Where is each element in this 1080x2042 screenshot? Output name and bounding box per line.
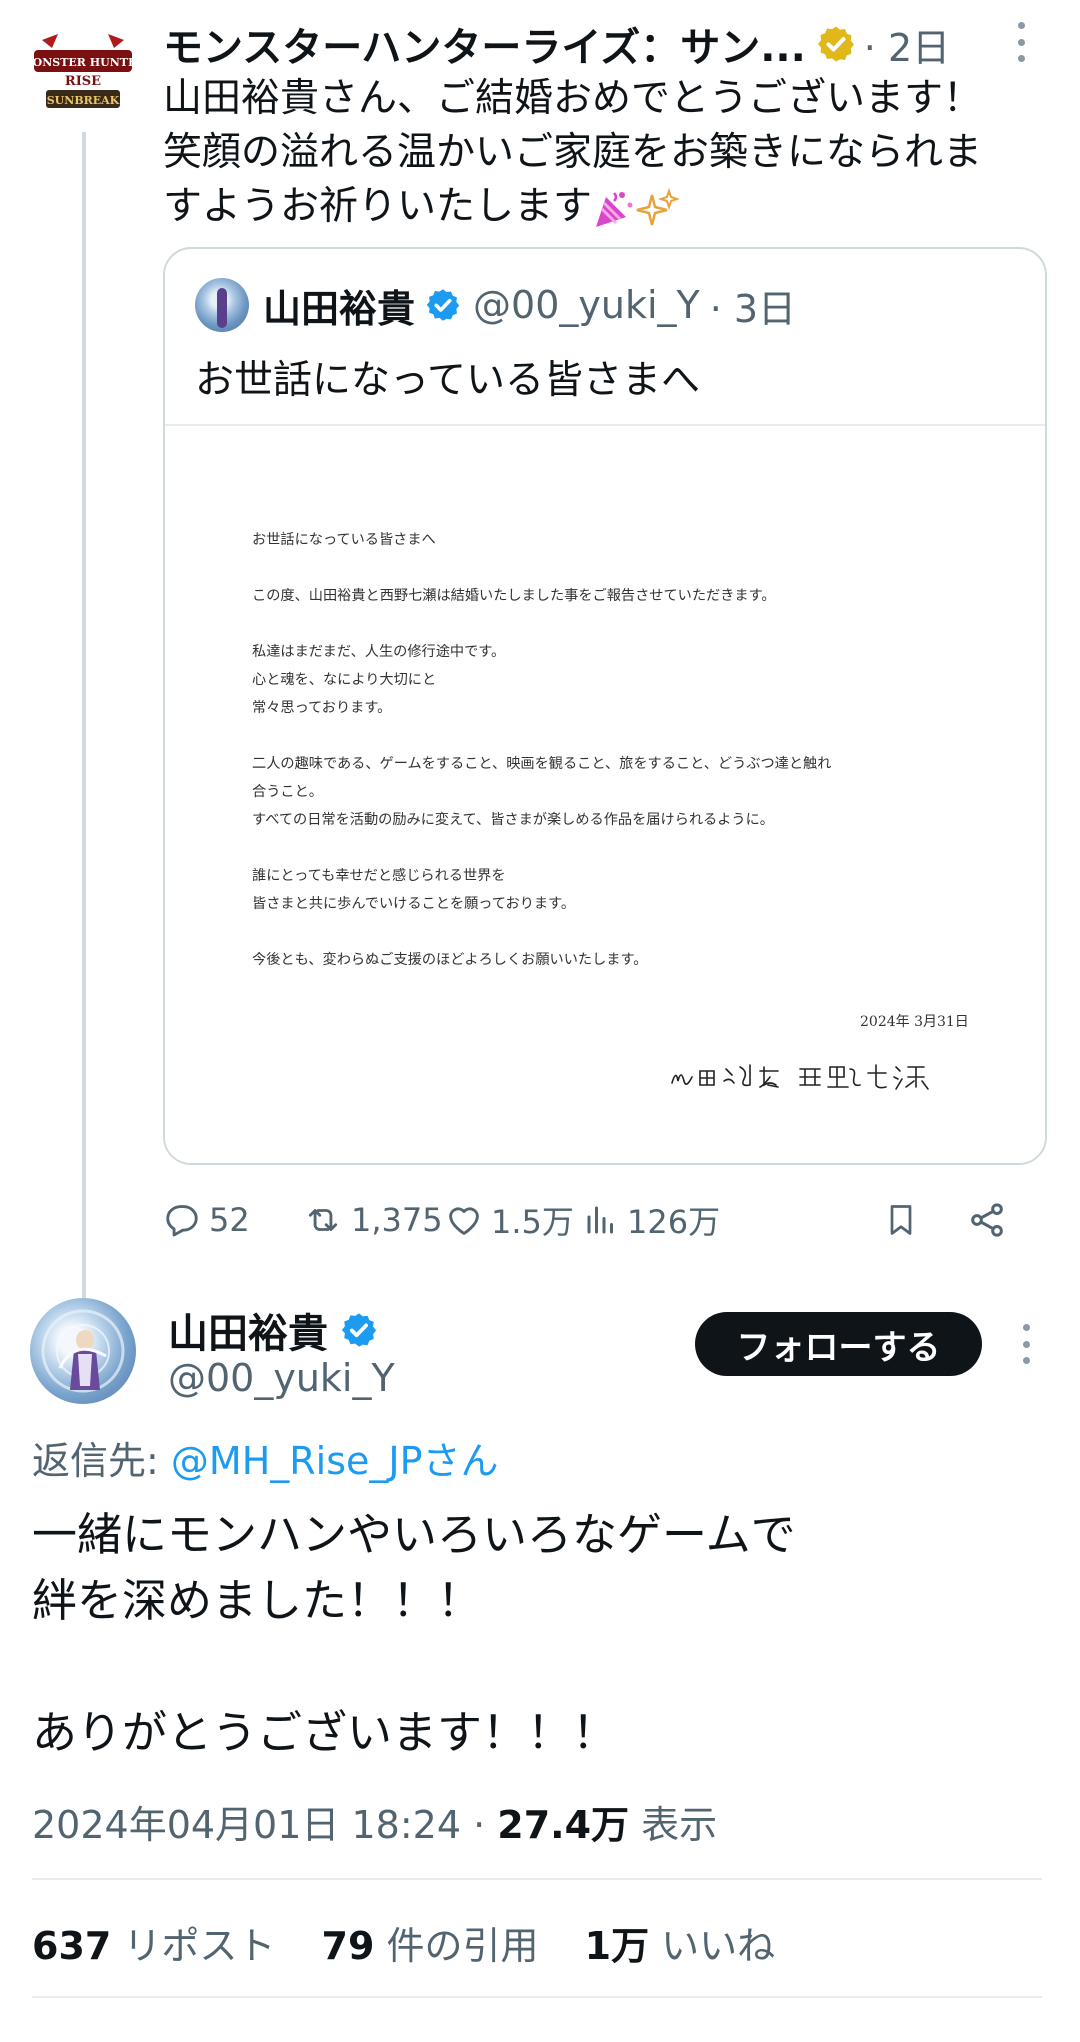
quoted-author-name[interactable]: 山田裕貴 bbox=[263, 278, 415, 333]
main-author-handle[interactable]: @00_yuki_Y bbox=[168, 1356, 395, 1400]
letter-line: お世話になっている皆さまへ bbox=[252, 532, 436, 548]
logo-line-2: RISE bbox=[65, 74, 101, 89]
heart-icon bbox=[449, 1207, 479, 1235]
quoted-tweet-header: 山田裕貴 @00_yuki_Y · 3日 bbox=[195, 277, 796, 333]
quote-stat-count: 79 bbox=[321, 1924, 375, 1968]
reply-prefix: 返信先: bbox=[32, 1439, 159, 1483]
logo-line-3: SUNBREAK bbox=[47, 94, 120, 107]
quoted-author-handle[interactable]: @00_yuki_Y bbox=[473, 283, 700, 327]
thread-connector-line bbox=[82, 132, 86, 1302]
like-stat-count: 1万 bbox=[584, 1924, 650, 1968]
engagement-stats: 637 リポスト 79 件の引用 1万 いいね bbox=[32, 1915, 809, 1970]
bookmark-icon bbox=[890, 1205, 912, 1235]
bookmark-button[interactable] bbox=[883, 1185, 919, 1255]
letter-line: 今後とも、変わらぬご支援のほどよろしくお願いいたします。 bbox=[252, 952, 648, 968]
party-popper-emoji-icon bbox=[596, 191, 633, 227]
letter-line bbox=[252, 722, 932, 750]
tweet-timestamp[interactable]: 2024年04月01日 18:24 · bbox=[32, 1803, 485, 1847]
quoted-tweet-text: お世話になっている皆さまへ bbox=[195, 358, 701, 403]
letter-line: 心と魂を、なにより大切にと bbox=[252, 672, 437, 688]
letter-line: 二人の趣味である、ゲームをすること、映画を観ること、旅をすること、どうぶつ達と触… bbox=[252, 756, 832, 772]
repost-stat-label: リポスト bbox=[123, 1924, 276, 1968]
share-icon bbox=[971, 1203, 1003, 1237]
letter-line: 合うこと。 bbox=[252, 784, 323, 800]
repost-stat-count: 637 bbox=[32, 1924, 112, 1968]
views-button[interactable]: 126万 bbox=[583, 1185, 720, 1255]
tweet-meta: 2024年04月01日 18:24 · 27.4万 表示 bbox=[32, 1794, 717, 1849]
letter-line: 私達はまだまだ、人生の修行途中です。 bbox=[252, 644, 506, 660]
like-button[interactable]: 1.5万 bbox=[445, 1185, 574, 1255]
quoted-tweet-time[interactable]: · 3日 bbox=[710, 278, 796, 333]
letter-line bbox=[252, 610, 932, 638]
repost-icon bbox=[308, 1209, 338, 1231]
parent-tweet-header: モンスターハンターライズ：サン... · 2日 bbox=[163, 14, 1043, 74]
reply-context: 返信先: @MH_Rise_JPさん bbox=[32, 1430, 499, 1485]
more-options-icon[interactable] bbox=[1006, 22, 1036, 62]
analytics-bars-icon bbox=[587, 1206, 613, 1234]
repost-button[interactable]: 1,375 bbox=[303, 1185, 443, 1255]
reply-button[interactable]: 52 bbox=[163, 1185, 250, 1255]
like-stat-label: いいね bbox=[661, 1924, 776, 1968]
blue-verified-badge-icon bbox=[426, 289, 460, 321]
letter-body: お世話になっている皆さまへ この度、山田裕貴と西野七瀬は結婚いたしました事をご報… bbox=[252, 526, 932, 974]
like-stat[interactable]: 1万 いいね bbox=[585, 1924, 776, 1968]
main-author-name[interactable]: 山田裕貴 bbox=[168, 1301, 328, 1359]
blue-verified-badge-icon bbox=[341, 1313, 377, 1347]
sparkles-emoji-icon bbox=[636, 187, 681, 225]
gold-verified-badge-icon bbox=[817, 26, 854, 62]
handwritten-signature bbox=[671, 1064, 929, 1090]
repost-stat[interactable]: 637 リポスト bbox=[32, 1924, 275, 1968]
letter-line: すべての日常を活動の励みに変えて、皆さまが楽しめる作品を届けられるように。 bbox=[252, 812, 774, 828]
main-author-name-row: 山田裕貴 bbox=[168, 1300, 378, 1360]
quoted-tweet-card[interactable]: 山田裕貴 @00_yuki_Y · 3日 お世話になっている皆さまへ お世話にな… bbox=[163, 247, 1047, 1165]
share-button[interactable] bbox=[967, 1185, 1007, 1255]
reply-target-link[interactable]: @MH_Rise_JPさん bbox=[171, 1439, 499, 1483]
quote-stat[interactable]: 79 件の引用 bbox=[322, 1924, 539, 1968]
monster-hunter-logo-avatar[interactable]: MONSTER HUNTER RISE SUNBREAK bbox=[28, 30, 138, 116]
repost-count: 1,375 bbox=[351, 1201, 443, 1239]
divider bbox=[32, 1996, 1042, 1998]
divider bbox=[32, 1878, 1042, 1880]
quote-stat-label: 件の引用 bbox=[386, 1924, 539, 1968]
letter-line: 皆さまと共に歩んでいけることを願っております。 bbox=[252, 896, 576, 912]
letter-date: 2024年 3月31日 bbox=[860, 1014, 969, 1030]
follow-button[interactable]: フォローする bbox=[695, 1312, 982, 1376]
like-count: 1.5万 bbox=[491, 1203, 574, 1241]
views-count: 126万 bbox=[627, 1203, 721, 1241]
letter-line: 誰にとっても幸せだと感じられる世界を bbox=[252, 868, 506, 884]
reply-count: 52 bbox=[209, 1201, 250, 1239]
quoted-author-avatar[interactable] bbox=[195, 278, 249, 332]
letter-line bbox=[252, 554, 932, 582]
logo-line-1: MONSTER HUNTER bbox=[28, 56, 138, 69]
letter-line bbox=[252, 918, 932, 946]
more-options-icon[interactable] bbox=[1013, 1324, 1039, 1364]
parent-tweet-action-bar: 52 1,375 1.5万 126万 bbox=[163, 1185, 1043, 1255]
reply-bubble-icon bbox=[166, 1205, 198, 1237]
tweet-views-label: 表示 bbox=[641, 1803, 718, 1847]
main-author-avatar[interactable] bbox=[30, 1298, 136, 1404]
announcement-letter-image[interactable]: お世話になっている皆さまへ この度、山田裕貴と西野七瀬は結婚いたしました事をご報… bbox=[165, 426, 1045, 1163]
parent-tweet-time[interactable]: · 2日 bbox=[864, 17, 950, 72]
letter-line: 常々思っております。 bbox=[252, 700, 392, 716]
main-tweet-text: 一緒にモンハンやいろいろなゲームで 絆を深めました！！！ ありがとうございます！… bbox=[32, 1508, 796, 1759]
letter-line: この度、山田裕貴と西野七瀬は結婚いたしました事をご報告させていただきます。 bbox=[252, 588, 776, 604]
tweet-views-count: 27.4万 bbox=[497, 1803, 630, 1847]
parent-author-name[interactable]: モンスターハンターライズ：サン... bbox=[163, 15, 806, 73]
parent-tweet-body: 山田裕貴さん、ご結婚おめでとうございます！ 笑顔の溢れる温かいご家庭をお築きにな… bbox=[163, 76, 983, 229]
parent-tweet-text: 山田裕貴さん、ご結婚おめでとうございます！ 笑顔の溢れる温かいご家庭をお築きにな… bbox=[163, 72, 1053, 234]
letter-line bbox=[252, 834, 932, 862]
